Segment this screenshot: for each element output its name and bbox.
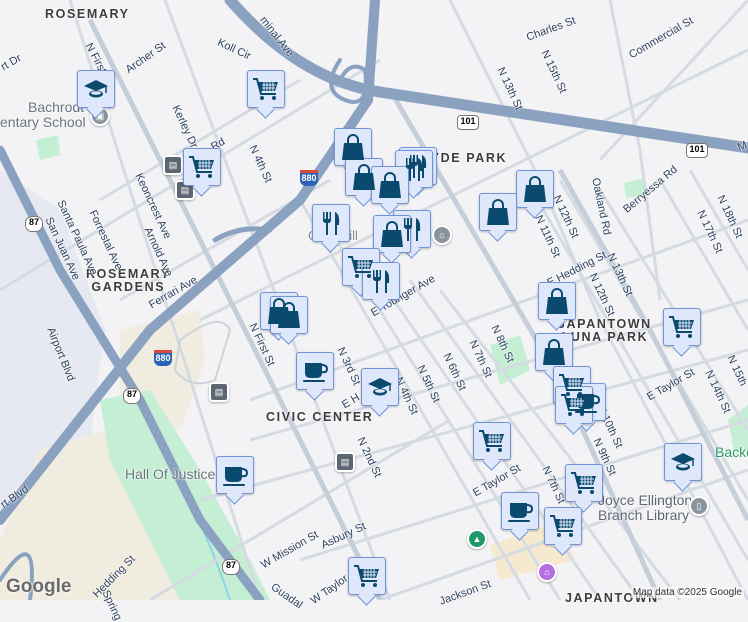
fork-marker[interactable] — [312, 204, 350, 242]
google-logo: Google — [6, 576, 72, 597]
poi-backe[interactable]: Backe — [715, 445, 748, 460]
bag-marker[interactable] — [371, 166, 409, 204]
museum-icon[interactable]: ⌂ — [432, 225, 452, 245]
library-icon[interactable]: ▯ — [689, 496, 709, 516]
cart-marker[interactable] — [663, 308, 701, 346]
school-marker[interactable] — [361, 368, 399, 406]
transit-icon[interactable]: ▤ — [209, 382, 229, 402]
cup-marker[interactable] — [501, 492, 539, 530]
map-attribution[interactable]: Map data ©2025 Google — [630, 587, 744, 598]
poi-library[interactable]: Joyce Ellington Branch Library — [598, 493, 692, 523]
poi-label: Bachrodt — [28, 99, 85, 115]
area-label: LUNA PARK — [561, 330, 649, 344]
sr87-shield: 87 — [222, 559, 240, 575]
area-label: GARDENS — [91, 280, 166, 294]
bag-marker[interactable] — [479, 193, 517, 231]
bag-marker[interactable] — [334, 128, 372, 166]
park-tree-icon[interactable]: ▲ — [467, 529, 487, 549]
transit-icon[interactable]: ▤ — [335, 452, 355, 472]
school-marker[interactable] — [664, 443, 702, 481]
sr87-shield: 87 — [25, 216, 43, 232]
fork-marker[interactable] — [362, 262, 400, 300]
cart-marker[interactable] — [348, 557, 386, 595]
transit-icon[interactable]: ▤ — [163, 155, 183, 175]
sr87-shield: 87 — [123, 388, 141, 404]
school-marker[interactable] — [77, 70, 115, 108]
bag-marker[interactable] — [270, 296, 308, 334]
area-civic-center: CIVIC CENTER — [266, 410, 374, 424]
poi-label: Branch Library — [598, 507, 690, 523]
cup-marker[interactable] — [296, 352, 334, 390]
bag-marker[interactable] — [516, 170, 554, 208]
area-rosemary: ROSEMARY — [45, 7, 130, 21]
bag-marker[interactable] — [535, 333, 573, 371]
us101-shield: 101 — [686, 143, 708, 158]
cart-marker[interactable] — [183, 148, 221, 186]
poi-label: entary School — [0, 114, 86, 130]
bag-marker[interactable] — [538, 282, 576, 320]
poi-bachrodt-school[interactable]: Bachrodt — [28, 100, 84, 115]
cart-marker[interactable] — [565, 464, 603, 502]
cart-marker[interactable] — [247, 70, 285, 108]
i880-shield: 880 — [154, 350, 172, 366]
us101-shield: 101 — [457, 115, 479, 130]
bag-marker[interactable] — [373, 215, 411, 253]
poi-hall-of-justice[interactable]: Hall Of Justice — [125, 467, 215, 482]
i880-shield: 880 — [300, 170, 318, 186]
poi-bachrodt-school-2[interactable]: entary School — [0, 115, 86, 130]
museum-purple-icon[interactable]: ⌂ — [537, 562, 557, 582]
cart-marker[interactable] — [555, 386, 593, 424]
park-small — [36, 135, 60, 160]
poi-label: Joyce Ellington — [598, 492, 693, 508]
cart-marker[interactable] — [544, 507, 582, 545]
cart-marker[interactable] — [473, 422, 511, 460]
cup-marker[interactable] — [216, 456, 254, 494]
highway-101 — [224, 0, 748, 154]
